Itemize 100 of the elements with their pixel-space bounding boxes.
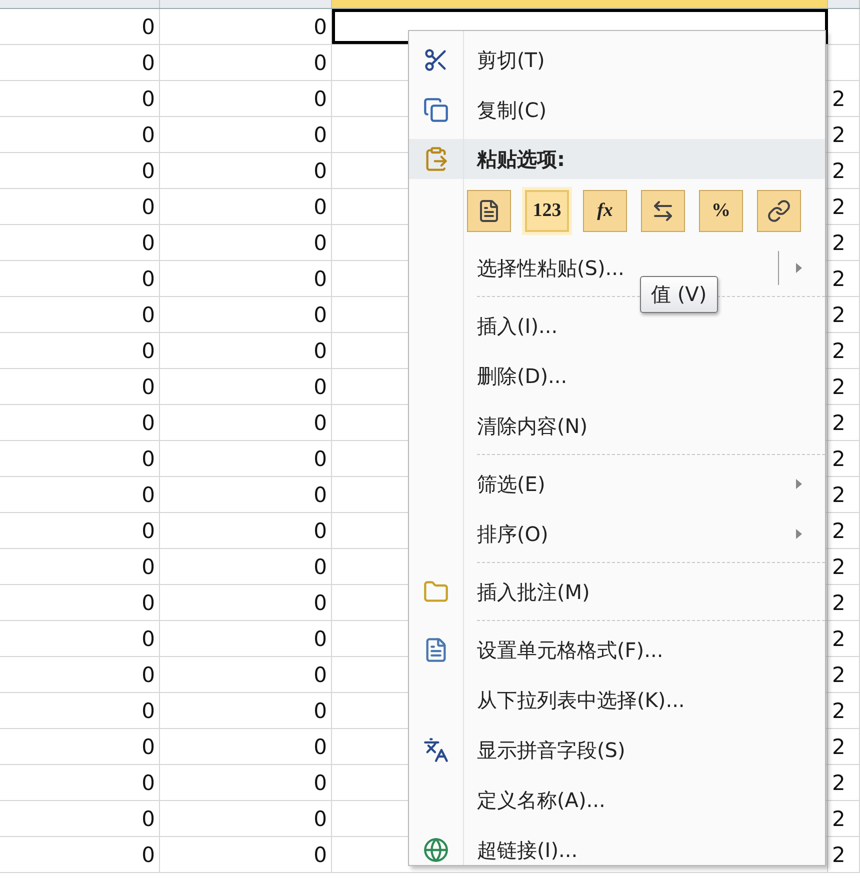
table-cell[interactable]: 0 [0, 441, 160, 476]
table-cell[interactable]: 0 [160, 657, 332, 692]
table-cell[interactable]: 2 [828, 765, 860, 800]
table-cell[interactable]: 2 [828, 513, 860, 548]
menu-item[interactable]: 清除内容(N) [477, 412, 588, 440]
paste-formatting-button[interactable]: % [699, 190, 743, 232]
table-cell[interactable]: 0 [160, 369, 332, 404]
paste-formulas-button[interactable]: fx [583, 190, 627, 232]
table-cell[interactable]: 0 [160, 405, 332, 440]
table-cell[interactable]: 2 [828, 261, 860, 296]
table-cell[interactable]: 2 [828, 585, 860, 620]
table-cell[interactable]: 0 [160, 477, 332, 512]
table-cell[interactable]: 0 [0, 585, 160, 620]
table-cell[interactable]: 0 [160, 9, 332, 44]
table-cell[interactable]: 0 [160, 441, 332, 476]
table-cell[interactable]: 0 [160, 585, 332, 620]
table-cell[interactable]: 2 [828, 801, 860, 836]
table-cell[interactable]: 0 [0, 657, 160, 692]
table-cell[interactable]: 0 [160, 225, 332, 260]
table-cell[interactable]: 2 [828, 117, 860, 152]
table-cell[interactable]: 2 [828, 297, 860, 332]
table-cell[interactable]: 2 [828, 81, 860, 116]
table-cell[interactable]: 0 [160, 549, 332, 584]
table-cell[interactable]: 0 [0, 801, 160, 836]
menu-item[interactable]: 显示拼音字段(S) [477, 736, 626, 764]
table-cell[interactable]: 0 [0, 297, 160, 332]
paste-button[interactable] [467, 190, 511, 232]
menu-item[interactable]: 删除(D)... [477, 362, 568, 390]
table-cell[interactable]: 2 [828, 477, 860, 512]
table-cell[interactable]: 0 [160, 81, 332, 116]
table-cell[interactable]: 0 [0, 837, 160, 872]
globe-icon [423, 837, 449, 863]
menu-section-title: 粘贴选项: [477, 146, 565, 172]
table-cell[interactable]: 0 [0, 189, 160, 224]
menu-item[interactable]: 选择性粘贴(S)... [477, 254, 624, 282]
table-cell[interactable]: 0 [0, 405, 160, 440]
paste-transpose-button[interactable] [641, 190, 685, 232]
table-cell[interactable]: 0 [0, 225, 160, 260]
table-cell[interactable]: 2 [828, 153, 860, 188]
table-cell[interactable]: 0 [0, 549, 160, 584]
table-cell[interactable]: 0 [160, 693, 332, 728]
table-cell[interactable]: 0 [160, 189, 332, 224]
menu-item[interactable]: 插入(I)... [477, 312, 558, 340]
table-cell[interactable]: 0 [160, 801, 332, 836]
menu-item[interactable]: 剪切(T) [477, 46, 545, 74]
table-cell[interactable]: 0 [160, 513, 332, 548]
tooltip: 值 (V) [640, 276, 718, 313]
table-cell[interactable]: 0 [0, 621, 160, 656]
table-cell[interactable]: 0 [0, 45, 160, 80]
table-cell[interactable]: 0 [0, 9, 160, 44]
table-cell[interactable]: 0 [0, 765, 160, 800]
menu-item[interactable]: 插入批注(M) [477, 578, 590, 606]
table-cell[interactable]: 2 [828, 621, 860, 656]
menu-item[interactable]: 筛选(E) [477, 470, 546, 498]
table-cell[interactable]: 2 [828, 333, 860, 368]
paste-link-button[interactable] [757, 190, 801, 232]
table-cell[interactable]: 2 [828, 405, 860, 440]
table-cell[interactable]: 0 [160, 297, 332, 332]
table-cell[interactable]: 2 [828, 693, 860, 728]
table-cell[interactable]: 0 [0, 261, 160, 296]
table-cell[interactable]: 0 [160, 153, 332, 188]
table-cell[interactable]: 0 [0, 117, 160, 152]
table-cell[interactable]: 2 [828, 369, 860, 404]
menu-item[interactable]: 复制(C) [477, 96, 547, 124]
menu-item[interactable]: 从下拉列表中选择(K)... [477, 686, 685, 714]
table-cell[interactable]: 0 [160, 45, 332, 80]
table-cell[interactable]: 0 [160, 765, 332, 800]
table-cell[interactable]: 0 [0, 693, 160, 728]
table-cell[interactable]: 0 [0, 369, 160, 404]
table-cell[interactable]: 2 [828, 225, 860, 260]
table-cell[interactable]: 0 [0, 513, 160, 548]
menu-item[interactable]: 排序(O) [477, 520, 548, 548]
table-cell[interactable]: 0 [0, 729, 160, 764]
copy-icon [423, 97, 449, 123]
table-cell[interactable]: 0 [160, 333, 332, 368]
scissors-icon [423, 47, 449, 73]
table-cell[interactable]: 2 [828, 729, 860, 764]
document-icon [477, 199, 501, 223]
menu-item[interactable]: 定义名称(A)... [477, 786, 606, 814]
table-cell[interactable]: 2 [828, 441, 860, 476]
table-cell[interactable]: 0 [0, 333, 160, 368]
table-cell[interactable]: 0 [160, 261, 332, 296]
link-icon [767, 199, 791, 223]
menu-item[interactable]: 超链接(I)... [477, 836, 578, 864]
table-cell[interactable]: 0 [0, 477, 160, 512]
table-cell[interactable]: 0 [160, 117, 332, 152]
table-cell[interactable]: 0 [0, 153, 160, 188]
table-cell[interactable]: 2 [828, 657, 860, 692]
table-cell[interactable]: 0 [0, 81, 160, 116]
folder-icon [423, 579, 449, 605]
menu-item[interactable]: 设置单元格格式(F)... [477, 636, 664, 664]
table-cell[interactable]: 0 [160, 621, 332, 656]
paste-values-button[interactable]: 123 [525, 190, 569, 232]
table-cell[interactable]: 2 [828, 549, 860, 584]
arrows-icon [651, 199, 675, 223]
phonetic-icon [423, 737, 449, 763]
table-cell[interactable]: 2 [828, 189, 860, 224]
table-cell[interactable]: 0 [160, 837, 332, 872]
table-cell[interactable]: 0 [160, 729, 332, 764]
table-cell[interactable]: 2 [828, 837, 860, 872]
